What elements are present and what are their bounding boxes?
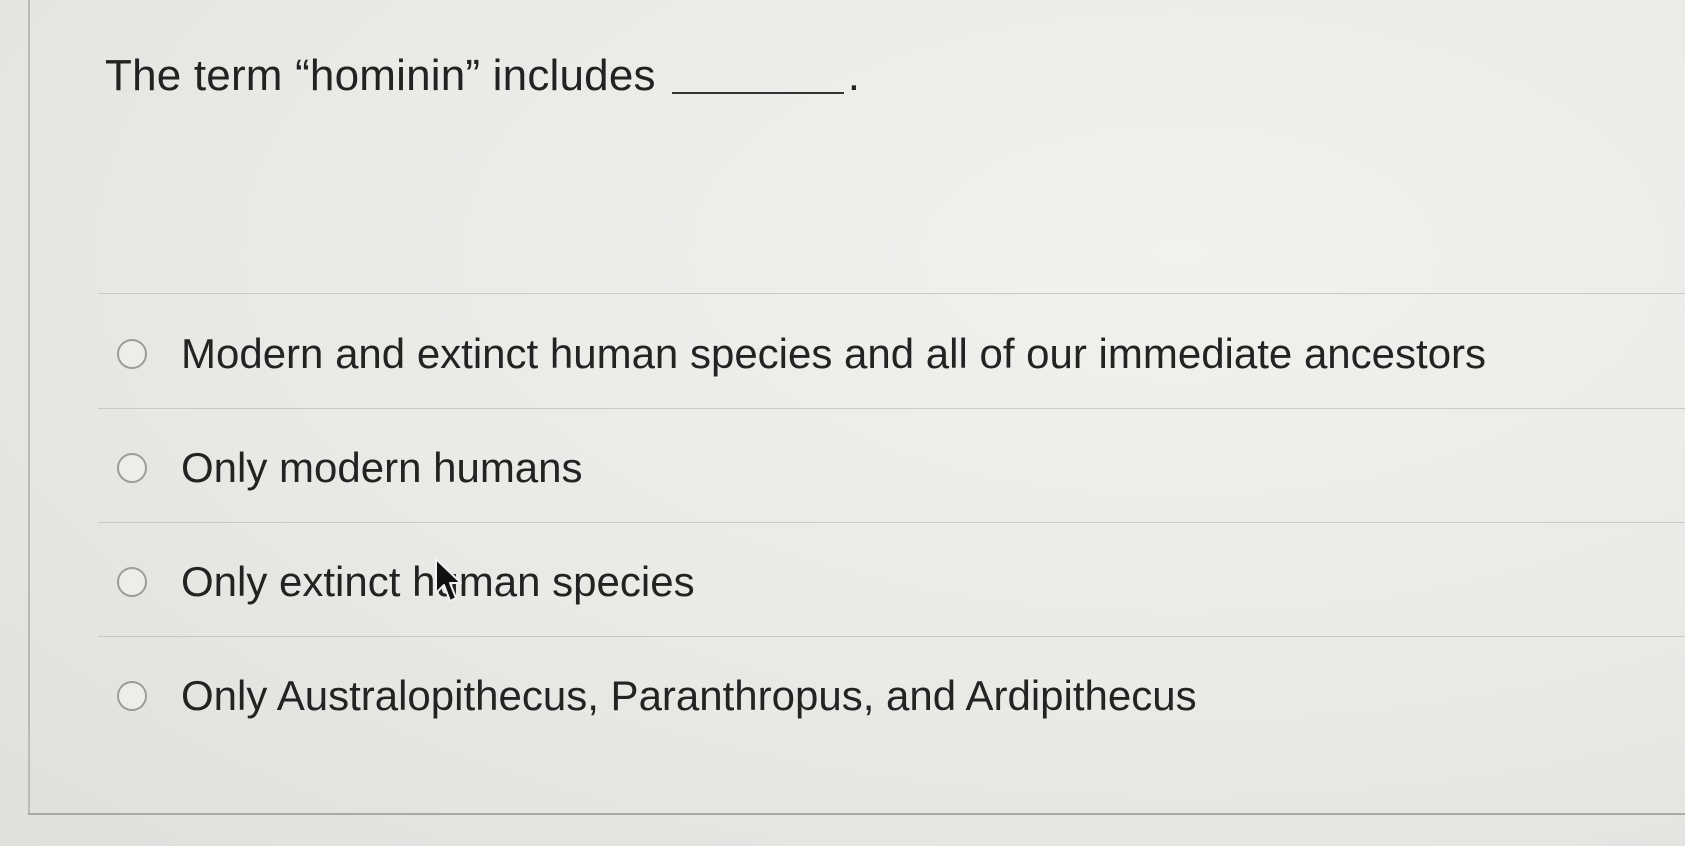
- answer-option-label: Modern and extinct human species and all…: [181, 330, 1487, 377]
- question-text: The term “hominin” includes: [105, 51, 656, 100]
- option-divider: [98, 636, 1685, 637]
- radio-button-unchecked-icon[interactable]: [117, 567, 147, 597]
- answer-option-label: Only modern humans: [181, 444, 583, 491]
- mouse-pointer-icon: [435, 558, 462, 602]
- question-period: .: [847, 51, 861, 100]
- answer-option-2[interactable]: Only modern humans: [117, 444, 583, 492]
- radio-button-unchecked-icon[interactable]: [117, 681, 147, 711]
- option-divider: [98, 408, 1685, 409]
- radio-button-unchecked-icon[interactable]: [117, 339, 147, 369]
- page-frame-left: [28, 0, 30, 815]
- answer-option-4[interactable]: Only Australopithecus, Paranthropus, and…: [117, 672, 1197, 720]
- answer-blank: [671, 48, 844, 94]
- answer-option-label: Only Australopithecus, Paranthropus, and…: [181, 672, 1197, 719]
- question-prompt: The term “hominin” includes .: [105, 44, 860, 101]
- radio-button-unchecked-icon[interactable]: [117, 453, 147, 483]
- page-frame-bottom: [28, 813, 1685, 815]
- option-divider: [98, 293, 1685, 294]
- answer-option-1[interactable]: Modern and extinct human species and all…: [117, 330, 1486, 378]
- answer-option-3[interactable]: Only extinct human species: [117, 558, 695, 606]
- option-divider: [98, 522, 1685, 523]
